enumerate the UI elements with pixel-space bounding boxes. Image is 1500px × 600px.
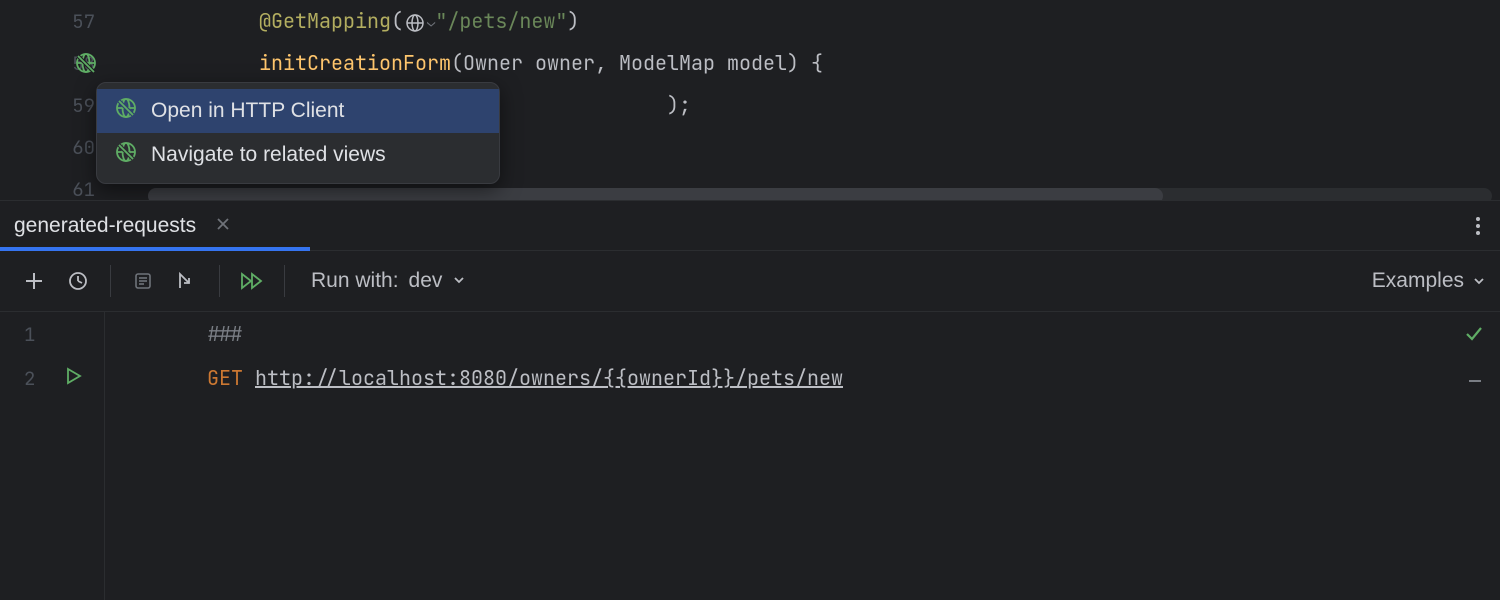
horizontal-scrollbar[interactable] — [148, 188, 1492, 200]
tab-options-icon[interactable] — [1470, 211, 1486, 241]
http-editor[interactable]: 1 ### 2 GET http://localhost:8080/owners… — [0, 312, 1500, 600]
line-number: 58 — [0, 51, 105, 76]
globe-slash-icon — [115, 141, 137, 169]
active-tab-indicator — [0, 247, 310, 251]
line-number: 1 — [0, 312, 105, 356]
http-line-2: GET http://localhost:8080/owners/{{owner… — [105, 339, 843, 417]
collapse-icon[interactable] — [1466, 370, 1484, 396]
scrollbar-thumb[interactable] — [148, 188, 1163, 200]
popup-item-label: Open in HTTP Client — [151, 99, 344, 123]
close-tab-icon[interactable] — [216, 215, 230, 236]
run-with-selector[interactable]: Run with: dev — [311, 269, 466, 293]
line-number: 2 — [0, 356, 105, 400]
add-request-button[interactable] — [14, 261, 54, 301]
line-number: 57 — [0, 9, 105, 34]
examples-dropdown[interactable]: Examples — [1372, 269, 1486, 293]
history-button[interactable] — [58, 261, 98, 301]
run-request-icon[interactable] — [65, 366, 83, 391]
toolbar-divider — [284, 265, 285, 297]
line-number: 60 — [0, 135, 105, 160]
java-editor[interactable]: 57 @GetMapping(⌄"/pets/new") 58 initCrea… — [0, 0, 1500, 200]
chevron-down-icon — [1472, 274, 1486, 288]
popup-item-label: Navigate to related views — [151, 143, 386, 167]
gutter-action-popup: Open in HTTP Client Navigate to related … — [96, 82, 500, 184]
run-with-value: dev — [409, 269, 443, 293]
line-number: 61 — [0, 177, 105, 200]
popup-item-navigate-views[interactable]: Navigate to related views — [97, 133, 499, 177]
chevron-down-icon — [452, 269, 466, 293]
examples-label: Examples — [1372, 269, 1464, 293]
editor-tabs-bar: generated-requests — [0, 200, 1500, 251]
line-number: 59 — [0, 93, 105, 118]
http-gutter-icon[interactable] — [75, 52, 97, 74]
popup-item-open-http-client[interactable]: Open in HTTP Client — [97, 89, 499, 133]
checkmark-icon[interactable] — [1464, 324, 1484, 350]
toolbar-divider — [219, 265, 220, 297]
toolbar-divider — [110, 265, 111, 297]
run-with-label: Run with: — [311, 269, 399, 293]
globe-slash-icon — [115, 97, 137, 125]
tab-generated-requests[interactable]: generated-requests — [14, 214, 196, 238]
gutter-extension — [0, 400, 105, 600]
